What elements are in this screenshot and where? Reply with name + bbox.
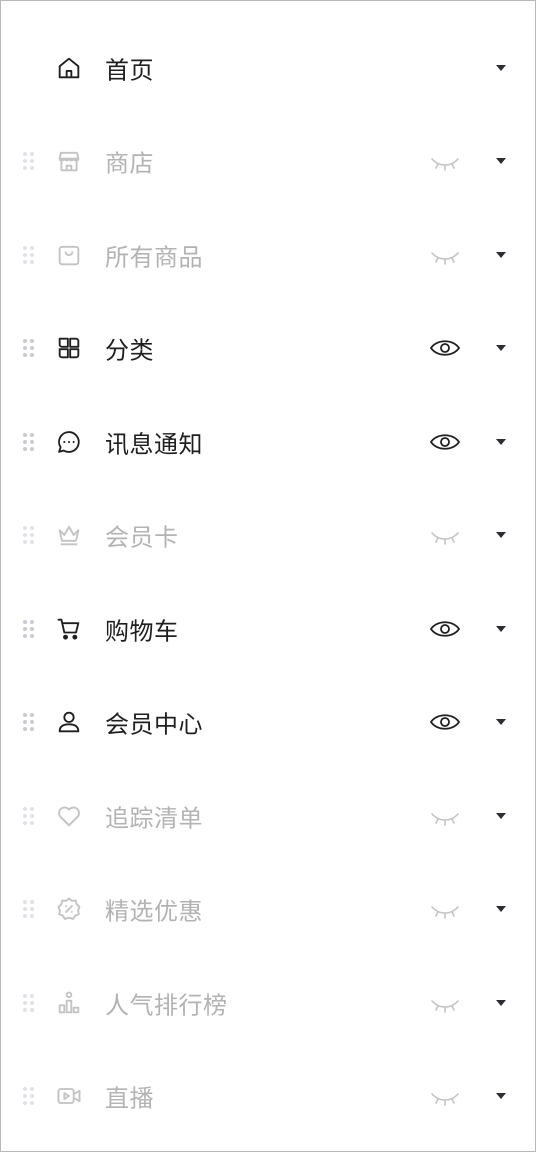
cart-icon xyxy=(55,615,83,643)
drag-handle-icon[interactable] xyxy=(21,151,37,171)
user-icon xyxy=(55,708,83,736)
heart-icon xyxy=(55,802,83,830)
discount-badge-icon xyxy=(55,895,83,923)
menu-item-home[interactable]: 首页 xyxy=(1,21,535,115)
menu-item-label: 精选优惠 xyxy=(105,897,203,926)
home-icon xyxy=(55,54,83,82)
menu-item-label: 商店 xyxy=(105,149,154,178)
drag-handle-icon[interactable] xyxy=(21,245,37,265)
caret-down-icon[interactable] xyxy=(491,715,511,729)
drag-handle-icon[interactable] xyxy=(21,432,37,452)
eye-icon[interactable] xyxy=(427,334,463,362)
menu-item-member-center[interactable]: 会员中心 xyxy=(1,676,535,770)
category-grid-icon xyxy=(55,334,83,362)
menu-item-label: 首页 xyxy=(105,56,154,85)
caret-down-icon[interactable] xyxy=(491,341,511,355)
menu-item-live[interactable]: 直播 xyxy=(1,1050,535,1144)
caret-down-icon[interactable] xyxy=(491,435,511,449)
menu-item-label: 直播 xyxy=(105,1084,154,1113)
drag-handle-icon[interactable] xyxy=(21,993,37,1013)
drag-handle-icon[interactable] xyxy=(21,525,37,545)
eye-icon[interactable] xyxy=(427,615,463,643)
caret-down-icon[interactable] xyxy=(491,1089,511,1103)
menu-item-cart[interactable]: 购物车 xyxy=(1,582,535,676)
menu-list: 首页 商店 所有商品 分类 讯息通知 会员卡 购物车 会员中心 追踪清单 精选优… xyxy=(1,21,535,1143)
eye-closed-icon[interactable] xyxy=(427,147,463,175)
menu-item-label: 会员卡 xyxy=(105,523,179,552)
crown-icon xyxy=(55,521,83,549)
shopping-bag-icon xyxy=(55,241,83,269)
caret-down-icon[interactable] xyxy=(491,154,511,168)
drag-handle-icon[interactable] xyxy=(21,712,37,732)
menu-item-store[interactable]: 商店 xyxy=(1,115,535,209)
caret-down-icon[interactable] xyxy=(491,528,511,542)
eye-closed-icon[interactable] xyxy=(427,241,463,269)
caret-down-icon[interactable] xyxy=(491,622,511,636)
drag-handle-icon[interactable] xyxy=(21,1086,37,1106)
caret-down-icon[interactable] xyxy=(491,996,511,1010)
menu-item-label: 会员中心 xyxy=(105,710,203,739)
store-icon xyxy=(55,147,83,175)
eye-icon[interactable] xyxy=(427,428,463,456)
menu-settings-panel: 首页 商店 所有商品 分类 讯息通知 会员卡 购物车 会员中心 追踪清单 精选优… xyxy=(0,0,536,1152)
menu-item-all-products[interactable]: 所有商品 xyxy=(1,208,535,302)
drag-handle-icon[interactable] xyxy=(21,619,37,639)
caret-down-icon[interactable] xyxy=(491,809,511,823)
eye-closed-icon[interactable] xyxy=(427,1082,463,1110)
menu-item-label: 购物车 xyxy=(105,617,179,646)
video-icon xyxy=(55,1082,83,1110)
menu-item-label: 追踪清单 xyxy=(105,804,203,833)
menu-item-label: 所有商品 xyxy=(105,243,203,272)
eye-closed-icon[interactable] xyxy=(427,989,463,1017)
eye-icon[interactable] xyxy=(427,708,463,736)
message-icon xyxy=(55,428,83,456)
menu-item-member-card[interactable]: 会员卡 xyxy=(1,489,535,583)
menu-item-notifications[interactable]: 讯息通知 xyxy=(1,395,535,489)
caret-down-icon[interactable] xyxy=(491,61,511,75)
eye-closed-icon[interactable] xyxy=(427,521,463,549)
caret-down-icon[interactable] xyxy=(491,248,511,262)
eye-closed-icon[interactable] xyxy=(427,802,463,830)
menu-item-featured-deals[interactable]: 精选优惠 xyxy=(1,863,535,957)
drag-handle-icon[interactable] xyxy=(21,806,37,826)
menu-item-label: 讯息通知 xyxy=(105,430,203,459)
ranking-icon xyxy=(55,989,83,1017)
drag-handle-icon[interactable] xyxy=(21,899,37,919)
menu-item-category[interactable]: 分类 xyxy=(1,302,535,396)
menu-item-wishlist[interactable]: 追踪清单 xyxy=(1,769,535,863)
menu-item-label: 分类 xyxy=(105,336,154,365)
menu-item-popularity-ranking[interactable]: 人气排行榜 xyxy=(1,956,535,1050)
menu-item-label: 人气排行榜 xyxy=(105,991,228,1020)
caret-down-icon[interactable] xyxy=(491,902,511,916)
drag-handle-icon[interactable] xyxy=(21,338,37,358)
eye-closed-icon[interactable] xyxy=(427,895,463,923)
